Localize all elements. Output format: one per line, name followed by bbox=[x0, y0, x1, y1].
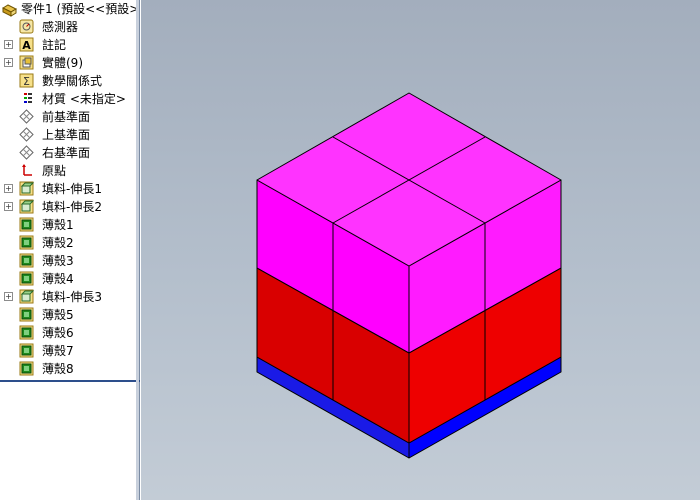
plane-icon bbox=[19, 109, 34, 124]
tree-item-label: 薄殼7 bbox=[42, 344, 74, 358]
tree-item-label: 右基準面 bbox=[42, 146, 91, 160]
extrude-icon bbox=[19, 289, 35, 304]
tree-item-label: 薄殼6 bbox=[42, 326, 74, 340]
extrude-icon bbox=[19, 181, 35, 196]
expand-toggle[interactable]: + bbox=[4, 184, 13, 193]
annotation-icon: A bbox=[19, 37, 34, 52]
shell-icon bbox=[19, 271, 34, 286]
expand-toggle[interactable]: + bbox=[4, 202, 13, 211]
sensor-icon bbox=[19, 19, 34, 34]
model-view bbox=[256, 92, 562, 459]
tree-item-label: 薄殼3 bbox=[42, 254, 74, 268]
tree-item-label: 薄殼2 bbox=[42, 236, 74, 250]
expand-toggle[interactable]: + bbox=[4, 58, 13, 67]
svg-text:A: A bbox=[22, 39, 31, 52]
rollback-bar[interactable] bbox=[0, 380, 140, 382]
extrude-icon bbox=[19, 199, 35, 214]
tree-item-label: 數學關係式 bbox=[42, 74, 103, 88]
tree-root-label: 零件1 (預設<<預設>_ bbox=[21, 2, 138, 16]
panel-edge bbox=[136, 0, 139, 500]
tree-item-label: 薄殼4 bbox=[42, 272, 74, 286]
tree-item-label: 填料-伸長3 bbox=[42, 290, 102, 304]
svg-text:Σ: Σ bbox=[23, 75, 30, 88]
shell-icon bbox=[19, 361, 34, 376]
tree-item-label: 薄殼1 bbox=[42, 218, 74, 232]
tree-item-label: 上基準面 bbox=[42, 128, 91, 142]
part-icon bbox=[2, 3, 18, 17]
solid-bodies-icon bbox=[19, 55, 34, 70]
graphics-viewport[interactable] bbox=[141, 0, 700, 500]
tree-item-label: 實體(9) bbox=[42, 56, 83, 70]
shell-icon bbox=[19, 343, 34, 358]
tree-item-label: 薄殼8 bbox=[42, 362, 74, 376]
expand-toggle[interactable]: + bbox=[4, 40, 13, 49]
tree-item-label: 註記 bbox=[42, 38, 67, 52]
plane-icon bbox=[19, 127, 34, 142]
shell-icon bbox=[19, 253, 34, 268]
tree-item-label: 填料-伸長1 bbox=[42, 182, 102, 196]
shell-icon bbox=[19, 307, 34, 322]
shell-icon bbox=[19, 217, 34, 232]
tree-item-label: 原點 bbox=[42, 164, 67, 178]
shell-icon bbox=[19, 325, 34, 340]
shell-icon bbox=[19, 235, 34, 250]
expand-toggle[interactable]: + bbox=[4, 292, 13, 301]
origin-icon bbox=[19, 163, 34, 178]
feature-manager-tree: 零件1 (預設<<預設>_ 感測器 + A 註記 + 實體(9) Σ 數學關係式材質 <未指定… bbox=[0, 0, 140, 500]
material-icon bbox=[19, 91, 34, 106]
tree-item-label: 薄殼5 bbox=[42, 308, 74, 322]
tree-item-label: 感測器 bbox=[42, 20, 79, 34]
tree-item-label: 填料-伸長2 bbox=[42, 200, 102, 214]
plane-icon bbox=[19, 145, 34, 160]
tree-item-label: 前基準面 bbox=[42, 110, 91, 124]
tree-root-part[interactable]: 零件1 (預設<<預設>_ bbox=[2, 1, 138, 18]
tree-item-label: 材質 <未指定> bbox=[42, 92, 126, 106]
equation-icon: Σ bbox=[19, 73, 34, 88]
